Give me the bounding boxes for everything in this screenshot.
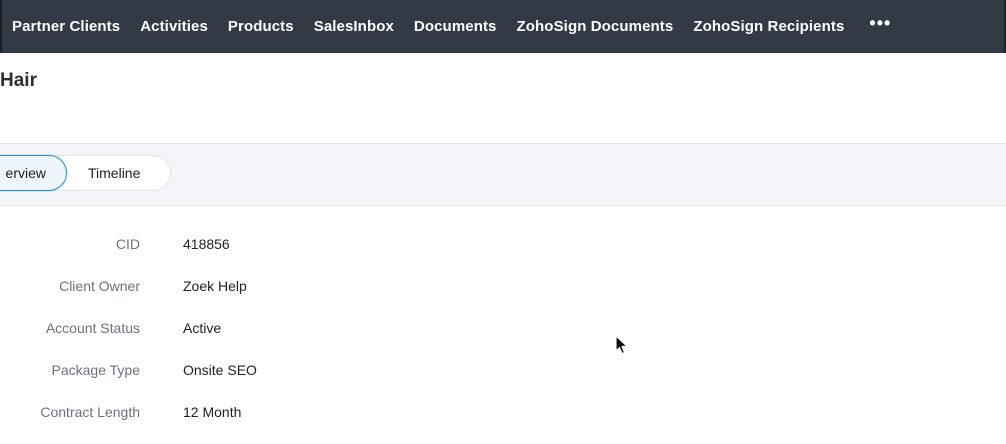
nav-item-activities[interactable]: Activities [140, 18, 208, 35]
more-menu-icon[interactable]: ••• [869, 14, 891, 32]
tab-overview-label: erview [5, 165, 46, 181]
field-value[interactable]: Onsite SEO [183, 362, 257, 378]
nav-item-zohosign-documents[interactable]: ZohoSign Documents [517, 18, 674, 35]
record-fields: CID 418856 Client Owner Zoek Help Accoun… [0, 224, 1006, 434]
field-value[interactable]: Active [183, 320, 221, 336]
record-title: Hair [0, 70, 37, 91]
field-label: Contract Length [40, 404, 140, 420]
field-label: Account Status [45, 320, 140, 336]
nav-item-products[interactable]: Products [228, 18, 294, 35]
nav-item-salesinbox[interactable]: SalesInbox [314, 18, 394, 35]
nav-item-zohosign-recipients[interactable]: ZohoSign Recipients [693, 18, 844, 35]
crm-record-page: Partner Clients Activities Products Sale… [0, 0, 1006, 444]
tab-timeline[interactable]: Timeline [88, 165, 140, 181]
field-label: CID [115, 236, 140, 252]
field-value[interactable]: 418856 [183, 236, 230, 252]
field-label: Package Type [51, 362, 140, 378]
field-value[interactable]: Zoek Help [183, 278, 247, 294]
field-row-cid: CID 418856 [0, 224, 1006, 266]
nav-item-documents[interactable]: Documents [414, 18, 497, 35]
view-tab-switch: erview Timeline [0, 155, 171, 191]
tab-overview[interactable]: erview [0, 155, 67, 191]
nav-item-partner-clients[interactable]: Partner Clients [12, 18, 120, 35]
field-row-contract-length: Contract Length 12 Month [0, 392, 1006, 434]
tab-band: erview Timeline [0, 143, 1006, 206]
field-row-client-owner: Client Owner Zoek Help [0, 266, 1006, 308]
field-row-account-status: Account Status Active [0, 308, 1006, 350]
mouse-pointer-icon [615, 335, 628, 355]
field-label: Client Owner [59, 278, 140, 294]
field-row-package-type: Package Type Onsite SEO [0, 350, 1006, 392]
field-value[interactable]: 12 Month [183, 404, 241, 420]
top-navigation-bar: Partner Clients Activities Products Sale… [0, 0, 1006, 53]
